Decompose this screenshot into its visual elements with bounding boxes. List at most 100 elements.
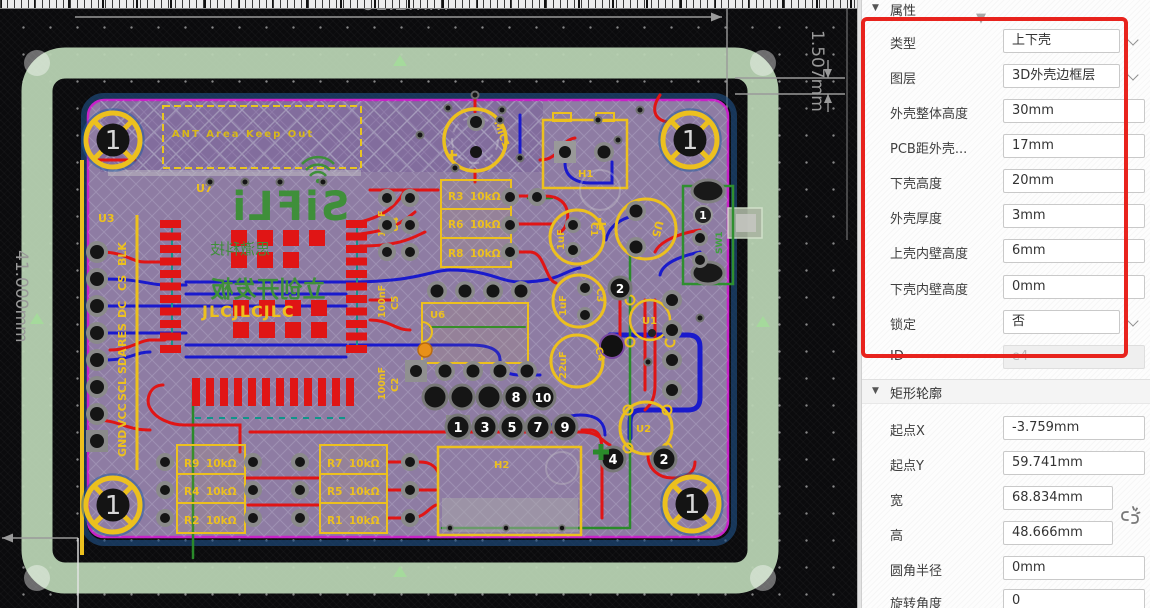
prop-row-start-x: 起点X -3.759mm: [862, 416, 1150, 442]
svg-text:10kΩ: 10kΩ: [470, 191, 501, 203]
keepout-label: ANT Area Keep Out: [172, 129, 314, 140]
prop-row-id: ID e4: [862, 345, 1150, 371]
lower-shell-height-input[interactable]: 20mm: [1003, 169, 1145, 193]
prop-label: 外壳整体高度: [890, 103, 968, 122]
prop-label: 类型: [890, 33, 916, 52]
svg-text:U1: U1: [642, 316, 657, 327]
svg-text:H2: H2: [494, 460, 509, 471]
prop-row-start-y: 起点Y 59.741mm: [862, 451, 1150, 477]
prop-row-shell-height: 外壳整体高度 30mm: [862, 99, 1150, 125]
link-sync-icon[interactable]: [1118, 504, 1142, 530]
module-logo-cn-big: 立创开发板: [210, 276, 326, 303]
resistor-group-3[interactable]: R710kΩ R510kΩ R110kΩ: [320, 445, 387, 533]
prop-label: 上壳内壁高度: [890, 243, 968, 262]
svg-text:R2: R2: [184, 515, 199, 527]
prop-row-rotation: 旋转角度 0: [862, 589, 1150, 608]
dim-right-label: 1.507mm: [807, 30, 827, 112]
svg-text:C2: C2: [390, 378, 401, 392]
width-input[interactable]: 68.834mm: [1003, 486, 1113, 510]
section-header-properties[interactable]: ▼ 属性: [862, 0, 1150, 17]
resistor-group-2[interactable]: R910kΩ R410kΩ R210kΩ: [177, 445, 245, 533]
resistor-group-1[interactable]: R310kΩ R610kΩ R810kΩ: [441, 180, 511, 267]
svg-text:2: 2: [616, 282, 624, 296]
id-input: e4: [1003, 345, 1145, 369]
svg-text:R6: R6: [448, 219, 463, 231]
upper-wall-height-input[interactable]: 6mm: [1003, 239, 1145, 263]
svg-text:DC: DC: [116, 301, 129, 318]
svg-text:7: 7: [533, 421, 542, 436]
prop-row-upper-wall-height: 上壳内壁高度 6mm: [862, 239, 1150, 265]
svg-text:10kΩ: 10kΩ: [349, 515, 380, 527]
prop-label: PCB距外壳...: [890, 138, 967, 157]
svg-text:U6: U6: [430, 310, 445, 321]
shell-thickness-input[interactable]: 3mm: [1003, 204, 1145, 228]
prop-label: ID: [890, 349, 904, 364]
section-title: 属性: [890, 0, 916, 19]
svg-text:1uF: 1uF: [558, 295, 569, 316]
svg-text:100nF: 100nF: [377, 367, 388, 400]
svg-text:CS: CS: [116, 275, 129, 291]
corner-radius-input[interactable]: 0mm: [1003, 556, 1145, 580]
svg-text:R3: R3: [448, 191, 463, 203]
svg-text:SCL: SCL: [116, 378, 129, 401]
svg-text:2: 2: [659, 453, 668, 468]
app-window: 61.2mm 1.507mm 41.000mm ANT Area Keep Ou…: [0, 0, 1150, 608]
svg-text:3: 3: [480, 421, 489, 436]
lower-wall-height-input[interactable]: 0mm: [1003, 275, 1145, 299]
chevron-down-icon[interactable]: [1127, 34, 1138, 45]
module-logo: SiFLi: [230, 184, 349, 230]
prop-label: 锁定: [890, 314, 916, 333]
svg-text:1: 1: [682, 126, 699, 156]
svg-text:1: 1: [684, 490, 701, 520]
prop-row-layer: 图层 3D外壳边框层: [862, 64, 1150, 90]
svg-text:BLK: BLK: [116, 242, 129, 266]
chevron-down-icon[interactable]: [1127, 69, 1138, 80]
prop-row-shell-thickness: 外壳厚度 3mm: [862, 204, 1150, 230]
start-x-input[interactable]: -3.759mm: [1003, 416, 1145, 440]
svg-text:R4: R4: [184, 486, 199, 498]
start-y-input[interactable]: 59.741mm: [1003, 451, 1145, 475]
prop-label: 高: [890, 525, 903, 544]
type-select[interactable]: 上下壳: [1003, 29, 1120, 53]
svg-text:10kΩ: 10kΩ: [206, 486, 237, 498]
lock-select[interactable]: 否: [1003, 310, 1120, 334]
rotation-input[interactable]: 0: [1003, 589, 1145, 608]
module-logo-cn-small: 思澈科技: [210, 240, 270, 258]
prop-row-pcb-distance: PCB距外壳... 17mm: [862, 134, 1150, 160]
prop-label: 下壳高度: [890, 173, 942, 192]
svg-text:8: 8: [511, 391, 520, 406]
ref-u3: U3: [98, 212, 115, 225]
chevron-down-icon[interactable]: [1127, 315, 1138, 326]
svg-text:SDA: SDA: [116, 348, 129, 374]
svg-text:R1: R1: [327, 515, 342, 527]
svg-text:C3: C3: [594, 288, 605, 302]
svg-text:10kΩ: 10kΩ: [470, 248, 501, 260]
svg-text:22uF: 22uF: [558, 351, 569, 379]
horizontal-ruler: [0, 0, 857, 9]
prop-label: 图层: [890, 68, 916, 87]
svg-text:1uF: 1uF: [556, 229, 567, 250]
prop-label: 圆角半径: [890, 560, 942, 579]
svg-text:10kΩ: 10kΩ: [349, 486, 380, 498]
prop-label: 起点Y: [890, 455, 924, 474]
collapse-triangle-icon: ▼: [872, 3, 879, 13]
pcb-distance-input[interactable]: 17mm: [1003, 134, 1145, 158]
shell-height-input[interactable]: 30mm: [1003, 99, 1145, 123]
prop-row-lower-wall-height: 下壳内壁高度 0mm: [862, 275, 1150, 301]
prop-row-lock: 锁定 否: [862, 310, 1150, 336]
prop-label: 起点X: [890, 420, 925, 439]
pcb-editor-canvas[interactable]: 61.2mm 1.507mm 41.000mm ANT Area Keep Ou…: [0, 0, 857, 608]
svg-text:9: 9: [560, 421, 569, 436]
svg-text:1: 1: [699, 209, 707, 222]
prop-label: 旋转角度: [890, 593, 942, 608]
height-input[interactable]: 48.666mm: [1003, 521, 1113, 545]
svg-text:1: 1: [105, 491, 122, 521]
svg-text:H1: H1: [578, 169, 593, 180]
layer-select[interactable]: 3D外壳边框层: [1003, 64, 1120, 88]
prop-row-height: 高 48.666mm: [862, 521, 1150, 547]
prop-row-width: 宽 68.834mm: [862, 486, 1150, 512]
svg-text:10kΩ: 10kΩ: [206, 458, 237, 470]
section-header-rect-outline[interactable]: ▼ 矩形轮廓: [862, 379, 1150, 404]
svg-text:100nF: 100nF: [377, 285, 388, 318]
svg-text:4: 4: [608, 453, 617, 468]
